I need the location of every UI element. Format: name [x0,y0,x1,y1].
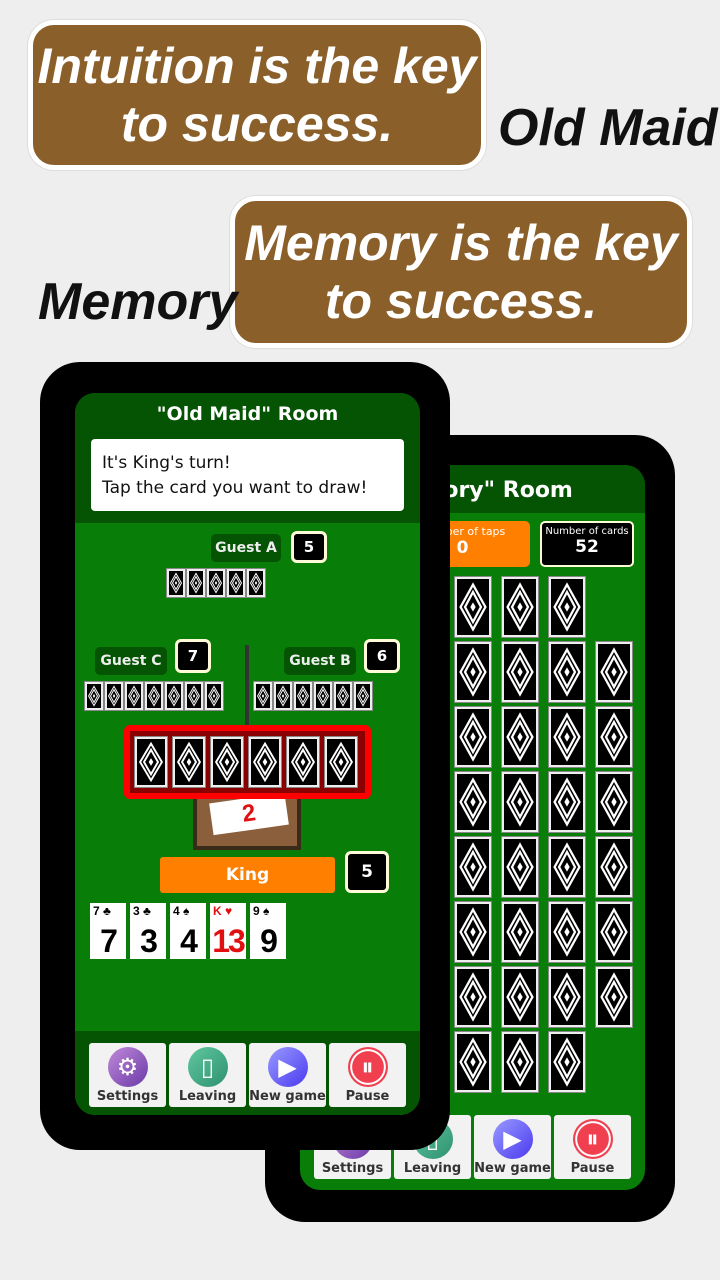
gear-icon: ⚙ [107,1047,148,1087]
hand-card[interactable]: 7 ♣ 7 [90,903,126,959]
leaving-button[interactable]: ▯Leaving [169,1043,246,1107]
memory-card[interactable] [595,771,633,833]
guest-c-card [164,681,184,711]
settings-button[interactable]: ⚙Settings [89,1043,166,1107]
king-count: 5 [345,851,389,893]
memory-card[interactable] [501,771,539,833]
king-label: King [160,857,335,893]
guest-a-card [246,568,266,598]
oldmaid-title: "Old Maid" Room [156,403,339,425]
promo-tag-old-maid: Old Maid [498,99,718,157]
guest-c-card [204,681,224,711]
promo-tag-memory: Memory [38,273,238,331]
guest-c-count: 7 [175,639,211,673]
oldmaid-header: "Old Maid" Room It's King's turn! Tap th… [75,393,420,523]
memory-card[interactable] [595,641,633,703]
memory-card[interactable] [595,966,633,1028]
memory-card[interactable] [595,901,633,963]
hand-card[interactable]: 4 ♠ 4 [170,903,206,959]
guest-a-card [206,568,226,598]
memory-card[interactable] [501,901,539,963]
memory-card[interactable] [548,576,586,638]
memory-card[interactable] [595,836,633,898]
guest-b-card [313,681,333,711]
guest-c-card [84,681,104,711]
draw-card[interactable] [134,736,168,788]
memory-card[interactable] [548,641,586,703]
hand-card[interactable]: K ♥ 13 [210,903,246,959]
play-icon: ▶ [267,1047,308,1087]
hand-card[interactable]: 3 ♣ 3 [130,903,166,959]
guest-c-card [124,681,144,711]
pause-icon: ⏸ [347,1047,388,1087]
play-icon: ▶ [492,1119,533,1159]
guest-a-card [166,568,186,598]
guest-c-card [104,681,124,711]
memory-card[interactable] [501,641,539,703]
guest-a-card [226,568,246,598]
memory-card[interactable] [548,836,586,898]
memory-card[interactable] [501,836,539,898]
guest-b-card [293,681,313,711]
oldmaid-screen: "Old Maid" Room It's King's turn! Tap th… [75,393,420,1115]
memory-card[interactable] [501,1031,539,1093]
draw-card[interactable] [248,736,282,788]
promo-banner-mid: Memory is the key to success. [230,196,692,348]
memory-card[interactable] [595,706,633,768]
guest-b-card [273,681,293,711]
guest-a-count: 5 [291,531,327,563]
memory-card[interactable] [548,966,586,1028]
oldmaid-toolbar: ⚙ Settings ▯ Leaving ▶ New game ⏸ Pause [89,1043,406,1107]
memory-card[interactable] [501,576,539,638]
memory-card[interactable] [454,641,492,703]
divider-line [245,645,249,727]
promo-banner-top: Intuition is the key to success. [28,20,486,170]
new-game-button[interactable]: ▶ New game [249,1043,326,1107]
guest-a-card [186,568,206,598]
pause-button[interactable]: ⏸ Pause [329,1043,406,1107]
memory-card[interactable] [454,966,492,1028]
guest-b-card [353,681,373,711]
memory-card[interactable] [548,1031,586,1093]
memory-card[interactable] [501,966,539,1028]
guest-b-card [253,681,273,711]
draw-card[interactable] [286,736,320,788]
memory-card[interactable] [454,771,492,833]
guest-b-label: Guest B [284,647,356,675]
hand-card[interactable]: 9 ♠ 9 [250,903,286,959]
memory-card[interactable] [454,706,492,768]
draw-card[interactable] [324,736,358,788]
memory-card[interactable] [548,706,586,768]
turn-message: It's King's turn! Tap the card you want … [91,439,404,511]
memory-card[interactable] [454,576,492,638]
memory-card[interactable] [501,706,539,768]
memory-card[interactable] [454,836,492,898]
door-icon: ▯ [187,1047,228,1087]
memory-card[interactable] [548,901,586,963]
pause-button[interactable]: ⏸ Pause [554,1115,631,1179]
guest-c-card [144,681,164,711]
oldmaid-phone: "Old Maid" Room It's King's turn! Tap th… [40,362,450,1150]
guest-b-card [333,681,353,711]
guest-a-label: Guest A [211,534,281,562]
new-game-button[interactable]: ▶ New game [474,1115,551,1179]
pause-icon: ⏸ [572,1119,613,1159]
draw-card[interactable] [172,736,206,788]
guest-c-label: Guest C [95,647,167,675]
draw-card[interactable] [210,736,244,788]
memory-card[interactable] [454,901,492,963]
memory-card[interactable] [548,771,586,833]
cards-counter: Number of cards 52 [540,521,634,567]
memory-card[interactable] [454,1031,492,1093]
guest-c-card [184,681,204,711]
guest-b-count: 6 [364,639,400,673]
